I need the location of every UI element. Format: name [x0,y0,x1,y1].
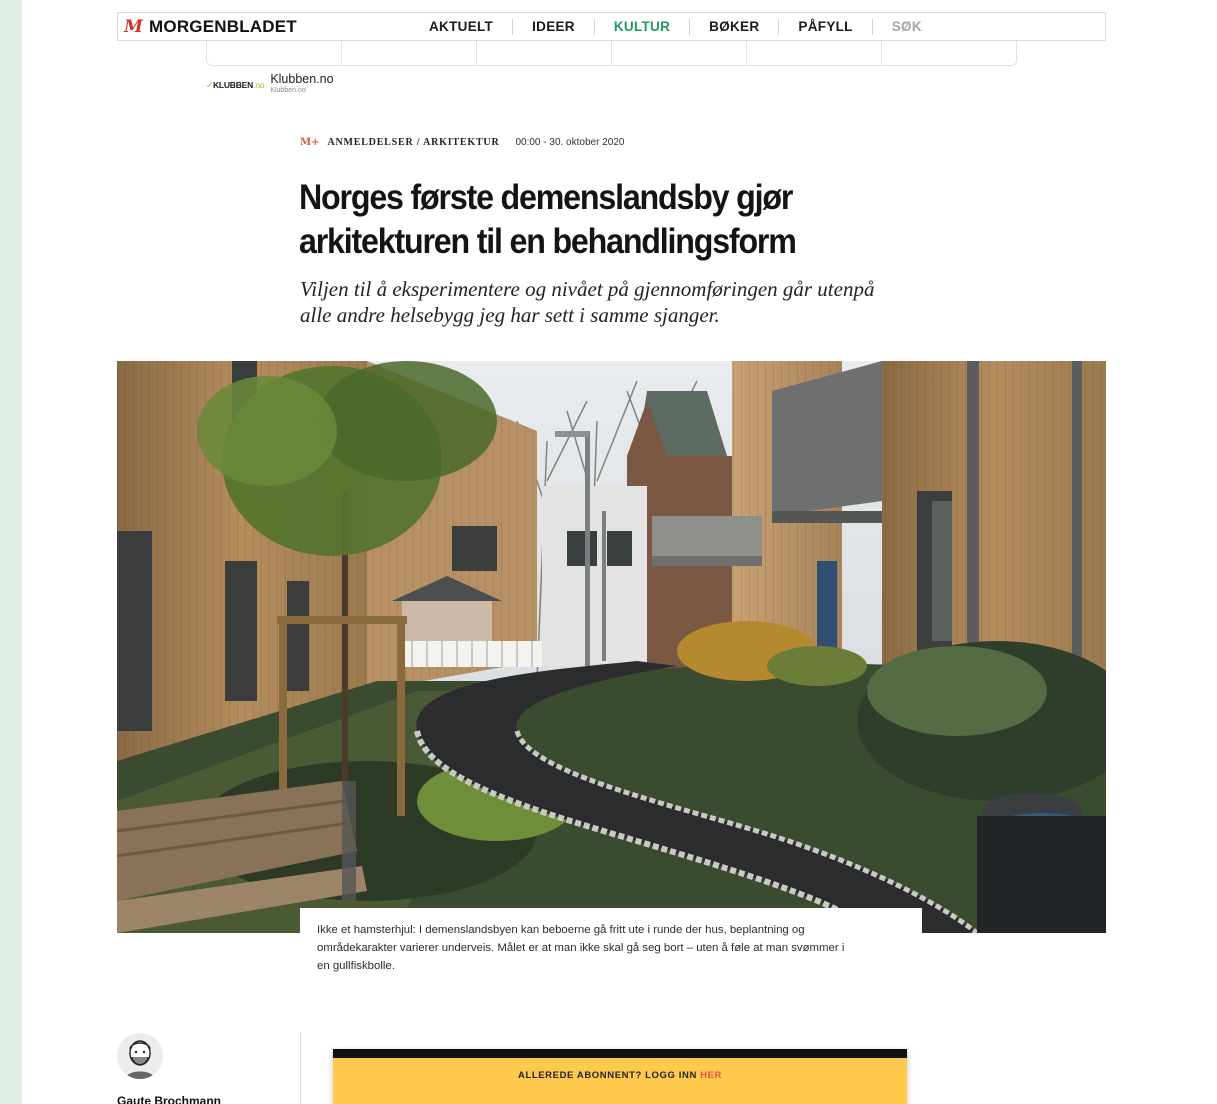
logo-mark-icon: M [124,16,144,37]
article-kicker: M+ ANMELDELSER / ARKITEKTUR 00:00 - 30. … [300,137,624,148]
sponsor-title: Klubben.no [270,72,334,86]
hero-image[interactable] [117,361,1106,933]
ad-placeholder-grid [206,41,1017,66]
login-prompt: ALLEREDE ABONNENT? LOGG INN HER [517,1070,723,1081]
nav-item-pafyll[interactable]: PÅFYLL [779,18,873,35]
sponsor-link[interactable]: ✓KLUBBEN.no Klubben.no Klubben.no [206,72,334,94]
article-lede: Viljen til å eksperimentere og nivået på… [300,277,875,327]
nav-item-boker[interactable]: BØKER [690,18,780,35]
logo-text: MORGENBLADET [149,16,297,36]
nav-item-ideer[interactable]: IDEER [513,18,595,35]
ad-slot [207,41,342,65]
sponsor-text: Klubben.no Klubben.no [270,72,333,94]
paywall-box: ALLEREDE ABONNENT? LOGG INN HER [333,1049,907,1104]
author-portrait-icon [117,1033,163,1079]
category-link[interactable]: ANMELDELSER / ARKITEKTUR [327,137,499,148]
login-link[interactable]: HER [700,1070,722,1081]
author-avatar[interactable] [117,1033,163,1079]
ad-slot [882,41,1016,65]
main-nav: AKTUELT IDEER KULTUR BØKER PÅFYLL SØK [410,18,941,35]
article-headline: Norges første demenslandsby gjør arkitek… [299,178,797,261]
author-name[interactable]: Gaute Brochmann [117,1094,221,1104]
top-navigation: M MORGENBLADET AKTUELT IDEER KULTUR BØKE… [117,12,1106,41]
hero-photo-illustration [117,361,1106,933]
ad-slot [612,41,747,65]
publish-date: 00:00 - 30. oktober 2020 [515,137,625,148]
nav-item-sok[interactable]: SØK [873,19,941,35]
byline-divider [300,1032,301,1104]
ad-slot [747,41,882,65]
nav-item-kultur[interactable]: KULTUR [595,18,691,35]
image-caption: Ikke et hamsterhjul: I demenslandsbyen k… [300,908,922,979]
ad-slot [342,41,477,65]
sponsor-subtitle: Klubben.no [270,87,306,94]
plus-badge-icon: M+ [300,137,320,148]
klubben-logo: ✓KLUBBEN.no [206,80,265,90]
nav-item-aktuelt[interactable]: AKTUELT [410,18,514,35]
klubben-leaf-icon: ✓ [206,80,213,90]
ad-slot [477,41,612,65]
site-logo[interactable]: M MORGENBLADET [124,17,384,37]
